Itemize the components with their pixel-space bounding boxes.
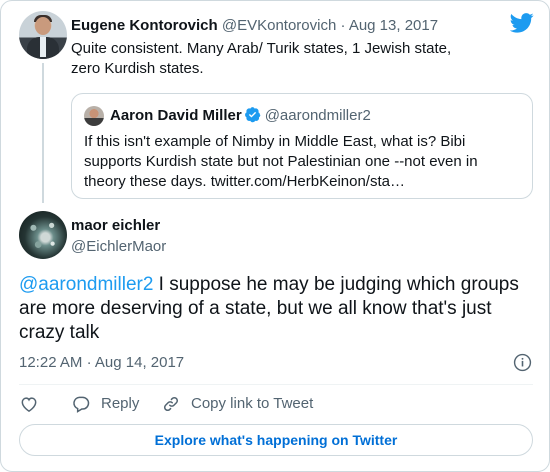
quoted-author-name: Aaron David Miller bbox=[110, 107, 242, 124]
author-avatar[interactable] bbox=[19, 211, 67, 259]
copy-link-label: Copy link to Tweet bbox=[191, 395, 314, 412]
link-icon bbox=[163, 396, 179, 412]
author-name[interactable]: maor eichler bbox=[71, 217, 160, 234]
mention-link[interactable]: @aarondmiller2 bbox=[19, 274, 153, 295]
reply-label: Reply bbox=[101, 395, 140, 412]
tweet-text: @aarondmiller2 I suppose he may be judgi… bbox=[19, 273, 529, 345]
like-button[interactable] bbox=[19, 393, 43, 415]
info-icon[interactable] bbox=[513, 353, 532, 372]
quoted-author-handle: @aarondmiller2 bbox=[264, 107, 371, 124]
parent-tweet-header: Eugene Kontorovich @EVKontorovich · Aug … bbox=[71, 17, 438, 34]
tweet-timestamp[interactable]: 12:22 AM · Aug 14, 2017 bbox=[19, 354, 184, 371]
quoted-tweet[interactable]: Aaron David Miller @aarondmiller2 If this… bbox=[71, 93, 533, 199]
verified-badge-icon bbox=[244, 107, 261, 123]
explore-twitter-button[interactable]: Explore what's happening on Twitter bbox=[19, 424, 533, 456]
quoted-author-avatar bbox=[84, 106, 104, 126]
copy-link-button[interactable]: Copy link to Tweet bbox=[161, 393, 341, 415]
thread-connector-line bbox=[42, 63, 44, 203]
author-handle[interactable]: @EichlerMaor bbox=[71, 238, 166, 255]
quoted-tweet-text: If this isn't example of Nimby in Middle… bbox=[84, 133, 478, 190]
parent-separator: · bbox=[340, 17, 346, 34]
parent-tweet-date[interactable]: Aug 13, 2017 bbox=[349, 17, 438, 34]
reply-bubble-icon bbox=[73, 396, 90, 413]
timestamp-separator: · bbox=[86, 354, 92, 371]
parent-author-handle[interactable]: @EVKontorovich bbox=[222, 17, 336, 34]
divider bbox=[19, 384, 533, 385]
twitter-bird-icon[interactable] bbox=[510, 13, 534, 33]
heart-icon bbox=[21, 397, 37, 412]
parent-author-avatar[interactable] bbox=[19, 11, 67, 59]
tweet-time[interactable]: 12:22 AM bbox=[19, 354, 82, 371]
parent-author-name[interactable]: Eugene Kontorovich bbox=[71, 17, 218, 34]
parent-tweet-text: Quite consistent. Many Arab/ Turik state… bbox=[71, 40, 452, 77]
tweet-date[interactable]: Aug 14, 2017 bbox=[95, 354, 184, 371]
quoted-tweet-header: Aaron David Miller @aarondmiller2 bbox=[110, 106, 371, 124]
reply-button[interactable]: Reply bbox=[71, 393, 161, 415]
embedded-tweet-card: Eugene Kontorovich @EVKontorovich · Aug … bbox=[0, 0, 550, 472]
